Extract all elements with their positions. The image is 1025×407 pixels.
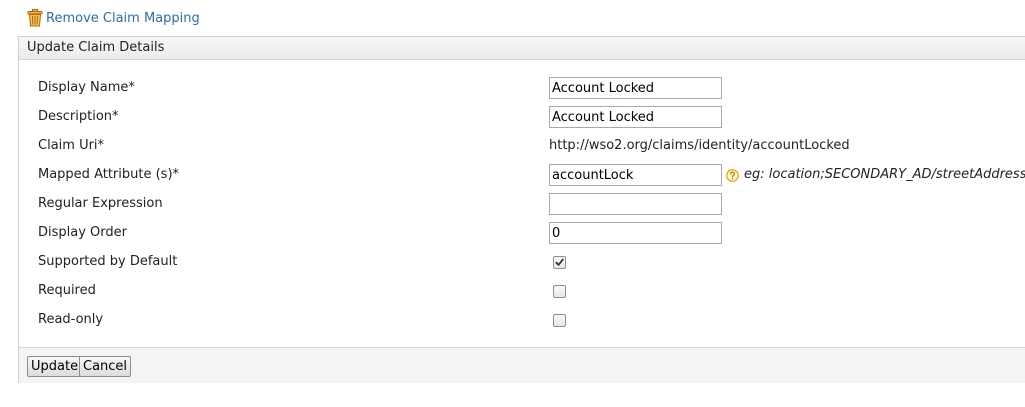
display-order-input[interactable] — [549, 222, 722, 244]
row-claim-uri: Claim Uri* http://wso2.org/claims/identi… — [19, 132, 1025, 161]
display-name-input[interactable] — [549, 77, 722, 99]
description-label: Description* — [38, 109, 119, 124]
row-required: Required — [19, 277, 1025, 306]
remove-claim-mapping-link[interactable]: Remove Claim Mapping — [27, 9, 200, 27]
claim-uri-label: Claim Uri* — [38, 138, 105, 153]
panel-title: Update Claim Details — [19, 37, 1025, 60]
read-only-checkbox[interactable] — [553, 314, 566, 327]
supported-by-default-checkbox[interactable] — [553, 256, 566, 269]
update-claim-panel: Update Claim Details Display Name* Descr… — [18, 36, 1025, 383]
supported-by-default-label: Supported by Default — [38, 254, 178, 269]
row-regular-expression: Regular Expression — [19, 190, 1025, 219]
required-checkbox[interactable] — [553, 285, 566, 298]
row-read-only: Read-only — [19, 306, 1025, 335]
row-description: Description* — [19, 103, 1025, 132]
required-label: Required — [38, 283, 96, 298]
display-name-label: Display Name* — [38, 80, 135, 95]
help-icon[interactable] — [726, 169, 739, 182]
description-input[interactable] — [549, 106, 722, 128]
checkmark-icon — [555, 258, 564, 266]
claim-uri-value: http://wso2.org/claims/identity/accountL… — [549, 138, 850, 153]
cancel-button[interactable]: Cancel — [79, 356, 132, 377]
update-button[interactable]: Update — [27, 356, 83, 377]
row-display-order: Display Order — [19, 219, 1025, 248]
mapped-attribute-hint: eg: location;SECONDARY_AD/streetAddress — [744, 167, 1025, 182]
remove-claim-mapping-label[interactable]: Remove Claim Mapping — [46, 11, 200, 26]
row-supported-by-default: Supported by Default — [19, 248, 1025, 277]
read-only-label: Read-only — [38, 312, 104, 327]
regular-expression-input[interactable] — [549, 193, 722, 215]
mapped-attribute-input[interactable] — [549, 164, 722, 186]
row-mapped-attribute: Mapped Attribute (s)* eg: location;SECON… — [19, 161, 1025, 190]
trash-icon — [27, 9, 43, 27]
regular-expression-label: Regular Expression — [38, 196, 163, 211]
claim-details-page: Remove Claim Mapping Update Claim Detail… — [0, 0, 1025, 407]
row-display-name: Display Name* — [19, 74, 1025, 103]
display-order-label: Display Order — [38, 225, 127, 240]
panel-footer: Update Cancel — [19, 347, 1025, 383]
mapped-attribute-label: Mapped Attribute (s)* — [38, 167, 180, 182]
